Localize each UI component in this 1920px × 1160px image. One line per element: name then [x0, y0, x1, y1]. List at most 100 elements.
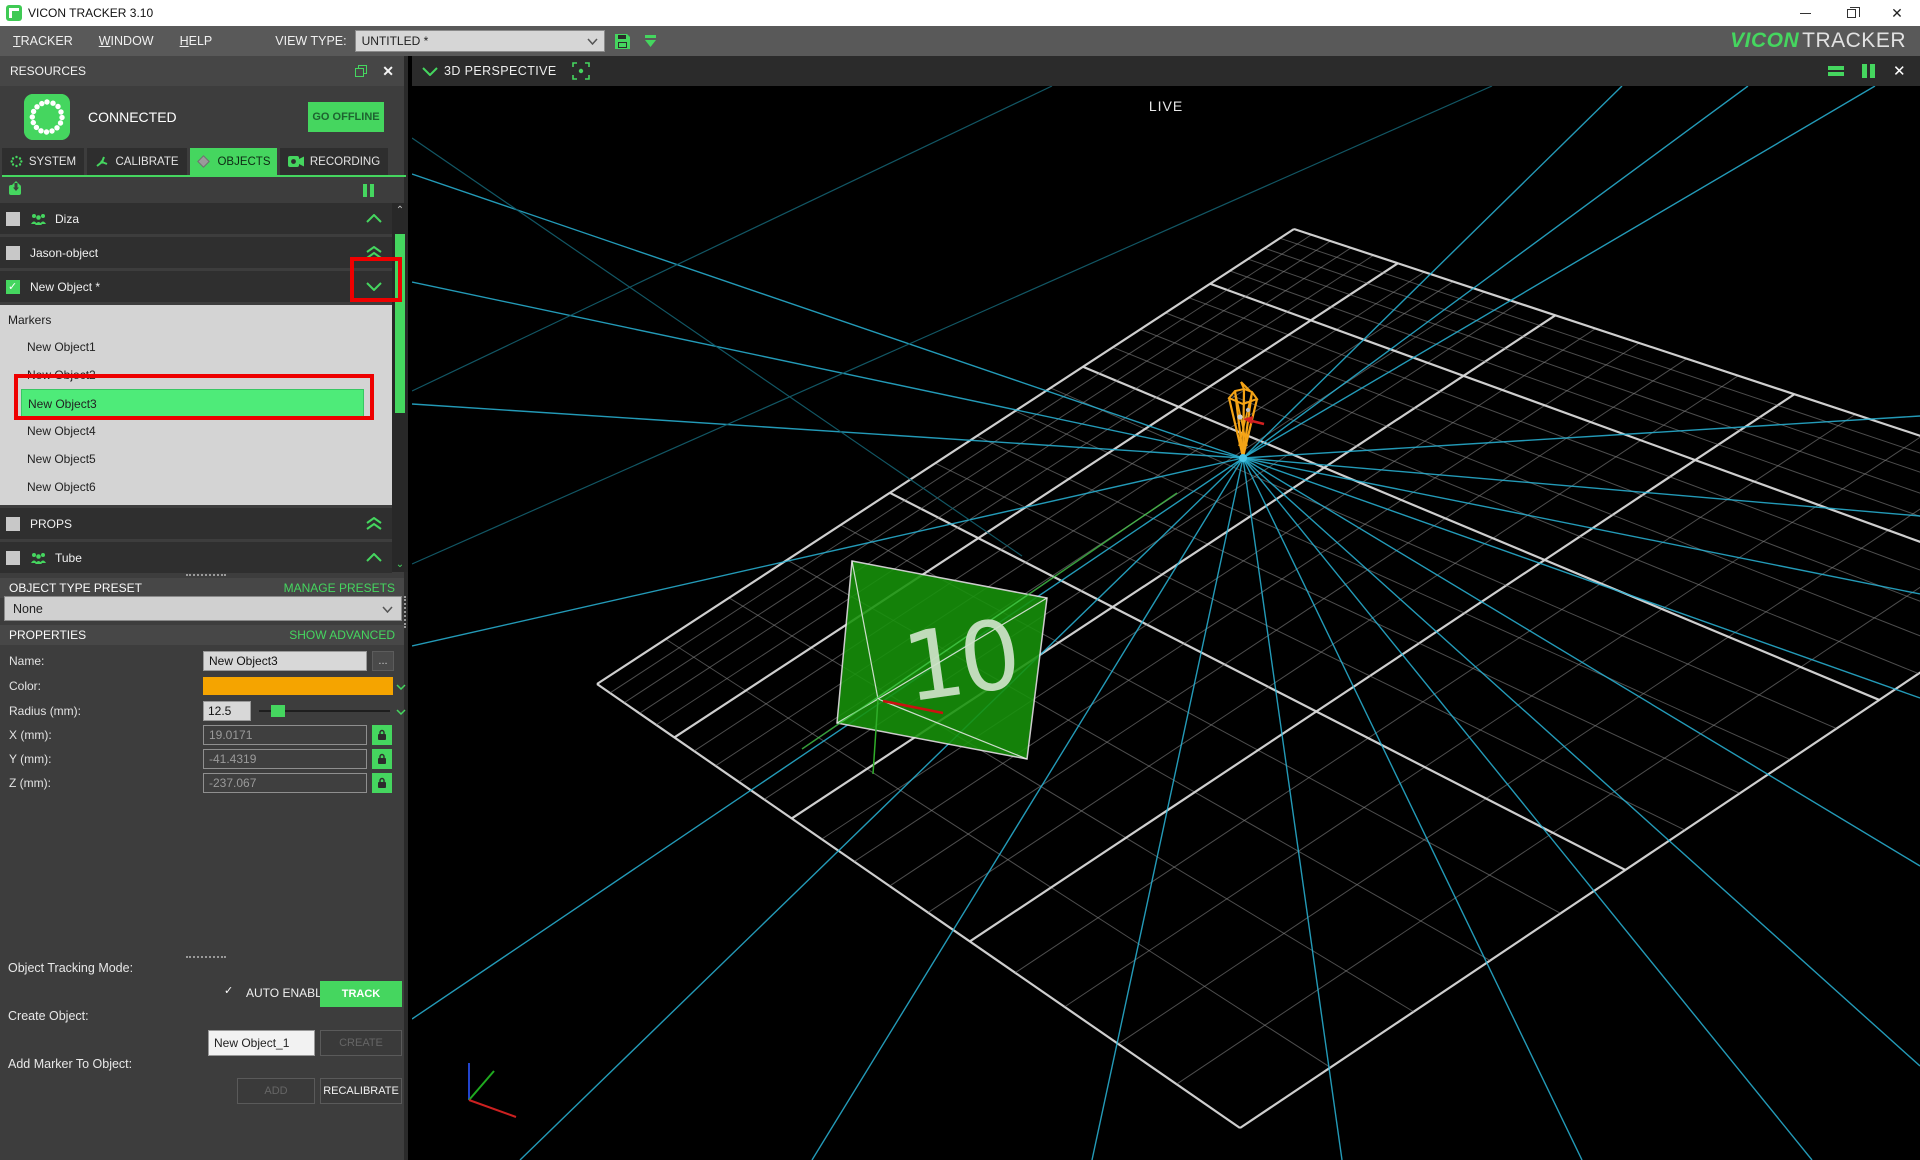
preset-select[interactable]: None: [4, 596, 402, 621]
tab-objects[interactable]: OBJECTS: [190, 148, 277, 175]
auto-enable-checkbox[interactable]: [222, 984, 238, 1000]
track-button[interactable]: TRACK: [320, 981, 402, 1007]
name-field[interactable]: [203, 651, 367, 671]
radius-slider-thumb[interactable]: [271, 705, 285, 717]
y-lock-button[interactable]: [372, 749, 392, 769]
chevron-down-icon[interactable]: [396, 704, 406, 718]
name-more-button[interactable]: ...: [372, 651, 394, 671]
view-type-value: UNTITLED *: [362, 34, 429, 48]
manage-presets-link[interactable]: MANAGE PRESETS: [284, 581, 395, 595]
splitter-handle[interactable]: [186, 574, 226, 576]
panel-resize-handle[interactable]: [404, 596, 406, 628]
checkbox-unchecked[interactable]: [6, 517, 20, 531]
x-field[interactable]: [203, 725, 367, 745]
marker-item-2[interactable]: New Object2: [0, 361, 392, 389]
scrollbar-thumb[interactable]: [395, 234, 405, 413]
view-options-icon[interactable]: [1828, 64, 1844, 78]
tab-system[interactable]: SYSTEM: [2, 148, 84, 175]
show-advanced-link[interactable]: SHOW ADVANCED: [289, 628, 395, 642]
objects-toolbar: [0, 179, 404, 202]
3d-viewport[interactable]: LIVE 10: [412, 86, 1920, 1160]
go-offline-button[interactable]: GO OFFLINE: [308, 102, 384, 132]
checkbox-unchecked[interactable]: [6, 246, 20, 260]
splitter-handle[interactable]: [186, 956, 226, 958]
x-lock-button[interactable]: [372, 725, 392, 745]
pause-view-icon[interactable]: [1862, 64, 1875, 78]
float-panel-icon[interactable]: [355, 65, 368, 78]
marker-item-6[interactable]: New Object6: [0, 473, 392, 501]
name-label: Name:: [9, 654, 44, 668]
radius-field[interactable]: [203, 701, 251, 721]
connection-status-row: CONNECTED GO OFFLINE: [0, 86, 404, 148]
marker-item-3-selected[interactable]: New Object3: [21, 389, 364, 417]
recording-icon: [288, 156, 304, 167]
z-field[interactable]: [203, 773, 367, 793]
scroll-up-icon[interactable]: ⌃: [392, 205, 408, 216]
focus-icon[interactable]: [571, 61, 591, 81]
group-icon: [30, 552, 47, 564]
add-button[interactable]: ADD: [237, 1078, 315, 1104]
add-marker-label: Add Marker To Object:: [8, 1057, 132, 1071]
z-lock-button[interactable]: [372, 773, 392, 793]
recalibrate-button[interactable]: RECALIBRATE: [320, 1078, 402, 1104]
chevron-up-icon[interactable]: [366, 553, 382, 562]
create-object-name-field[interactable]: [208, 1030, 315, 1056]
marker-item-5[interactable]: New Object5: [0, 445, 392, 473]
checkbox-checked[interactable]: [6, 280, 20, 294]
object-list: Diza Jason-object New Object * Markers N…: [0, 203, 392, 572]
object-name: Jason-object: [30, 246, 98, 260]
x-row: X (mm):: [0, 724, 404, 745]
color-swatch[interactable]: [203, 677, 393, 695]
tab-system-label: SYSTEM: [29, 156, 76, 168]
view-type-select[interactable]: UNTITLED *: [355, 30, 605, 52]
maximize-button[interactable]: [1828, 0, 1874, 26]
object-list-scrollbar[interactable]: ⌃ ⌄: [392, 203, 408, 572]
chevron-double-up-icon[interactable]: [366, 517, 382, 530]
logo-vicon: VICON: [1730, 29, 1799, 53]
close-panel-icon[interactable]: ✕: [382, 63, 394, 80]
chevron-down-icon[interactable]: [422, 67, 438, 76]
save-view-icon[interactable]: [613, 31, 633, 51]
pause-updates-icon[interactable]: [363, 184, 374, 197]
object-row-diza[interactable]: Diza: [0, 203, 392, 234]
tab-objects-label: OBJECTS: [217, 156, 270, 168]
close-button[interactable]: ✕: [1874, 0, 1920, 26]
menu-window[interactable]: WINDOW: [86, 26, 167, 56]
properties-header-label: PROPERTIES: [9, 628, 86, 642]
chevron-down-icon[interactable]: [396, 679, 406, 693]
menu-help[interactable]: HELP: [167, 26, 226, 56]
object-row-jason[interactable]: Jason-object: [0, 237, 392, 268]
close-view-icon[interactable]: ✕: [1893, 62, 1906, 80]
y-field[interactable]: [203, 749, 367, 769]
color-label: Color:: [9, 679, 41, 693]
object-row-tube[interactable]: Tube: [0, 542, 392, 573]
menu-bar: TRACKER WINDOW HELP VIEW TYPE: UNTITLED …: [0, 26, 1920, 56]
marker-item-1[interactable]: New Object1: [0, 333, 392, 361]
tab-recording[interactable]: RECORDING: [280, 148, 388, 175]
checkbox-unchecked[interactable]: [6, 212, 20, 226]
apply-view-icon[interactable]: [641, 31, 661, 51]
app-icon: [6, 5, 22, 21]
menu-tracker[interactable]: TRACKER: [0, 26, 86, 56]
marker-item-4[interactable]: New Object4: [0, 417, 392, 445]
tab-calibrate-label: CALIBRATE: [115, 156, 178, 168]
minimize-button[interactable]: [1782, 0, 1828, 26]
chevron-down-icon[interactable]: [366, 282, 382, 291]
viewport-header: 3D PERSPECTIVE ✕: [412, 56, 1920, 86]
radius-slider[interactable]: [259, 710, 390, 712]
z-label: Z (mm):: [9, 776, 51, 790]
radius-row: Radius (mm):: [0, 700, 404, 721]
viewport-title: 3D PERSPECTIVE: [444, 64, 557, 78]
object-name: Tube: [55, 551, 82, 565]
checkbox-unchecked[interactable]: [6, 551, 20, 565]
object-row-new-object[interactable]: New Object *: [0, 271, 392, 302]
chevron-double-up-icon[interactable]: [366, 246, 382, 259]
tab-calibrate[interactable]: CALIBRATE: [87, 148, 187, 175]
scroll-down-icon[interactable]: ⌄: [392, 559, 408, 570]
radius-label: Radius (mm):: [9, 704, 81, 718]
name-row: Name: ...: [0, 650, 404, 671]
chevron-up-icon[interactable]: [366, 214, 382, 223]
object-row-props[interactable]: PROPS: [0, 508, 392, 539]
load-object-icon[interactable]: [8, 180, 24, 201]
create-button[interactable]: CREATE: [320, 1030, 402, 1056]
